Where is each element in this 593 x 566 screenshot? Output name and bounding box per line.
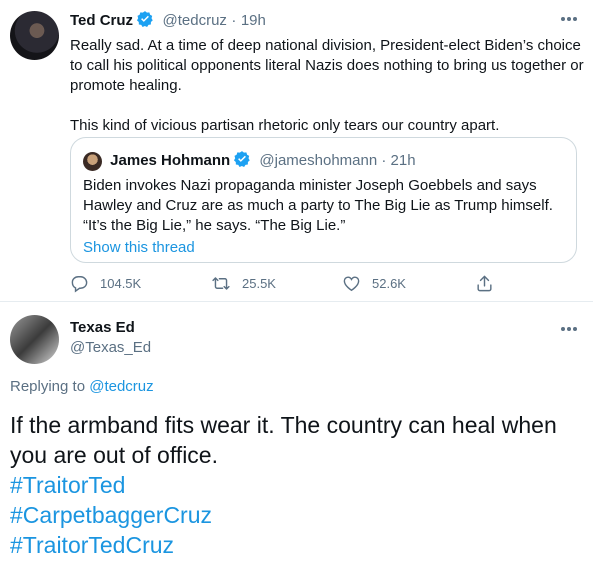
verified-badge-icon xyxy=(136,10,154,33)
quoted-tweet-body: Biden invokes Nazi propaganda minister J… xyxy=(83,177,553,234)
like-icon xyxy=(343,276,360,292)
reply-button[interactable]: 104.5K xyxy=(70,274,141,293)
reply-author-handle-row: @Texas_Ed xyxy=(70,339,151,357)
avatar xyxy=(83,151,102,171)
main-tweet[interactable]: Ted Cruz @tedcruz · 19h Really sad. At a… xyxy=(0,0,593,302)
reply-count: 104.5K xyxy=(100,276,142,291)
like-button[interactable]: 52.6K xyxy=(342,274,406,293)
tweet-actions: 104.5K 25.5K 52.6K xyxy=(70,274,500,296)
retweet-button[interactable]: 25.5K xyxy=(211,274,276,293)
tweet-time[interactable]: 19h xyxy=(241,12,266,29)
more-icon[interactable] xyxy=(561,324,581,334)
reply-text: If the armband fits wear it. The country… xyxy=(10,410,585,560)
quoted-author-name: James Hohmann xyxy=(110,152,231,169)
quoted-tweet-text: Biden invokes Nazi propaganda minister J… xyxy=(83,176,568,258)
replying-to-handle[interactable]: @tedcruz xyxy=(89,378,153,395)
quoted-tweet-card[interactable]: James Hohmann @jameshohmann · 21h Biden … xyxy=(70,137,577,263)
more-icon[interactable] xyxy=(561,14,581,24)
verified-badge-icon xyxy=(233,150,251,172)
tweet-header: Ted Cruz @tedcruz · 19h xyxy=(70,10,266,33)
tweet-text-paragraph: Really sad. At a time of deep national d… xyxy=(70,37,584,94)
retweet-count: 25.5K xyxy=(242,276,276,291)
replying-to-line: Replying to @tedcruz xyxy=(10,378,154,395)
tweet-text: Really sad. At a time of deep national d… xyxy=(70,36,585,136)
retweet-icon xyxy=(212,277,230,290)
avatar[interactable] xyxy=(10,11,59,60)
share-icon xyxy=(477,275,492,292)
share-button[interactable] xyxy=(475,274,494,293)
show-thread-link[interactable]: Show this thread xyxy=(83,238,568,258)
hashtag-link[interactable]: #TraitorTed xyxy=(10,470,585,500)
separator-dot: · xyxy=(231,12,237,29)
tweet-text-paragraph: This kind of vicious partisan rhetoric o… xyxy=(70,117,500,134)
author-handle[interactable]: @Texas_Ed xyxy=(70,339,151,356)
quoted-author-handle: @jameshohmann xyxy=(259,152,378,169)
separator-dot: · xyxy=(381,152,387,169)
reply-author-name-row: Texas Ed xyxy=(70,319,135,337)
hashtag-link[interactable]: #CarpetbaggerCruz xyxy=(10,500,585,530)
avatar[interactable] xyxy=(10,315,59,364)
quoted-tweet-time: 21h xyxy=(390,152,416,169)
author-name[interactable]: Texas Ed xyxy=(70,319,135,336)
reply-text-body: If the armband fits wear it. The country… xyxy=(10,412,557,468)
reply-icon xyxy=(71,276,88,293)
hashtag-link[interactable]: #TraitorTedCruz xyxy=(10,530,585,560)
author-name[interactable]: Ted Cruz xyxy=(70,12,133,29)
author-handle[interactable]: @tedcruz xyxy=(163,12,227,29)
like-count: 52.6K xyxy=(372,276,406,291)
quoted-tweet-header: James Hohmann @jameshohmann · 21h xyxy=(83,150,416,172)
replying-to-label: Replying to xyxy=(10,378,86,395)
